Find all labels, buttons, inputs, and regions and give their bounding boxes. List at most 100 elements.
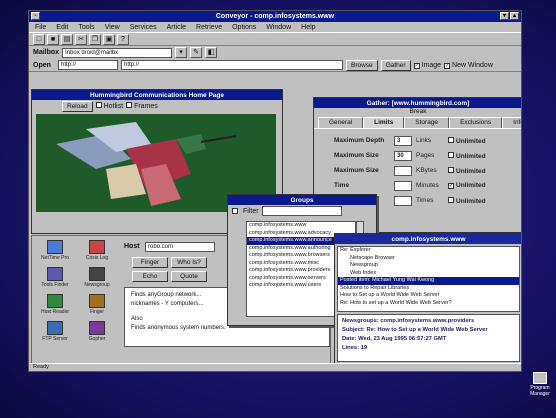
- tab-general[interactable]: General: [318, 117, 364, 128]
- attach-icon[interactable]: ◧: [205, 47, 218, 58]
- unlimited-checkbox[interactable]: ✓ Unlimited: [448, 182, 486, 189]
- compose-icon[interactable]: ✎: [190, 47, 203, 58]
- help-icon[interactable]: ?: [117, 33, 129, 45]
- article-header-line: Lines: 19: [342, 345, 368, 351]
- program-manager-icon[interactable]: Program Manager: [528, 372, 552, 397]
- echo-button[interactable]: Echo: [132, 271, 168, 282]
- hotlist-option[interactable]: Hotlist: [95, 102, 123, 110]
- tool-icon[interactable]: Host Reader: [36, 294, 74, 315]
- news-window: comp.infosystems.www Re: Explorer Netscap…: [334, 233, 521, 365]
- tool-icon[interactable]: Tools Finder: [36, 267, 74, 288]
- menu-item-article[interactable]: Article: [167, 24, 186, 31]
- tool-icon-graphic: [89, 321, 105, 335]
- filter-field[interactable]: [261, 206, 342, 216]
- unlimited-checkbox[interactable]: Unlimited: [448, 196, 486, 205]
- new-icon[interactable]: □: [33, 33, 45, 45]
- menu-item-window[interactable]: Window: [266, 24, 291, 31]
- unlimited-checkbox[interactable]: Unlimited: [448, 151, 486, 160]
- minimize-icon[interactable]: ▾: [500, 12, 509, 20]
- image-label: Image: [421, 61, 442, 69]
- gather-title: Gather: [www.hummingbird.com]: [366, 99, 470, 107]
- thread-item[interactable]: How to Set up a World Wide Web Server: [338, 292, 519, 300]
- thread-item[interactable]: Re: Explorer: [338, 247, 519, 255]
- mailbox-dropdown-icon[interactable]: ▾: [175, 47, 188, 58]
- limit-value-field[interactable]: 3: [394, 135, 412, 146]
- menu-item-edit[interactable]: Edit: [56, 24, 68, 31]
- image-checkbox[interactable]: ✓ Image: [413, 61, 442, 69]
- tool-icon[interactable]: Finger: [78, 294, 116, 315]
- mailbox-field[interactable]: Inbox droid@mailbx: [62, 47, 173, 58]
- system-menu-icon[interactable]: -: [31, 12, 40, 20]
- tab-exclusions[interactable]: Exclusions: [449, 117, 503, 128]
- menu-item-options[interactable]: Options: [232, 24, 256, 31]
- host-field[interactable]: robo.com: [145, 241, 215, 252]
- menu-item-services[interactable]: Services: [130, 24, 157, 31]
- filter-check-icon[interactable]: [232, 208, 238, 214]
- tool-icon[interactable]: Newsgroup: [78, 267, 116, 288]
- new-window-checkbox[interactable]: ✓ New Window: [444, 62, 493, 69]
- open-label: Open: [33, 61, 51, 69]
- thread-item[interactable]: Solutions to Repair Libraries: [338, 285, 519, 293]
- frames-option[interactable]: Frames: [126, 102, 158, 110]
- menu-item-retrieve[interactable]: Retrieve: [196, 24, 222, 31]
- thread-item[interactable]: Web Index: [338, 270, 519, 278]
- tab-info[interactable]: Info: [502, 117, 521, 128]
- menu-item-view[interactable]: View: [105, 24, 120, 31]
- groups-title: Groups: [290, 196, 314, 204]
- thread-item[interactable]: Re: How to set up a World Wide Web Serve…: [338, 300, 519, 308]
- article-header: Newsgroups: comp.infosystems.www.provide…: [337, 314, 520, 362]
- tool-icon[interactable]: Crisis Log: [78, 240, 116, 261]
- tool-icon[interactable]: Gopher: [78, 321, 116, 342]
- tool-icon-label: FTP Server: [42, 336, 68, 342]
- article-header-line: Subject: Re: How to Set up a World Wide …: [342, 327, 488, 333]
- save-icon[interactable]: ■: [47, 33, 59, 45]
- limit-value-field[interactable]: [394, 165, 412, 176]
- tool-icon-label: Tools Finder: [41, 282, 69, 288]
- whois-button[interactable]: Who Is?: [171, 257, 207, 268]
- tool-icon-label: Newsgroup: [84, 282, 110, 288]
- open-url-field-2[interactable]: http://: [121, 60, 343, 70]
- tool-icon[interactable]: FTP Server: [36, 321, 74, 342]
- limit-value-field[interactable]: 30: [394, 150, 412, 161]
- frames-label: Frames: [134, 103, 158, 110]
- menu-item-file[interactable]: File: [35, 24, 46, 31]
- news-title: comp.infosystems.www: [391, 235, 466, 243]
- quote-button[interactable]: Quote: [171, 271, 207, 282]
- menu-item-tools[interactable]: Tools: [78, 24, 94, 31]
- unlimited-checkbox[interactable]: Unlimited: [448, 166, 486, 175]
- limit-label: Maximum Depth: [334, 137, 385, 144]
- open-url-field[interactable]: http://: [58, 60, 118, 70]
- menu-bar: File Edit Tools View Services Article Retrieve…: [29, 22, 521, 32]
- mailbox-row: Mailbox Inbox droid@mailbx ▾ ✎ ◧: [29, 46, 521, 59]
- limit-unit: Links: [416, 137, 432, 144]
- thread-tree[interactable]: Re: Explorer Netscape Browser Newsgroup Web…: [337, 246, 520, 312]
- tab-storage[interactable]: Storage: [404, 117, 450, 128]
- group-list-item[interactable]: comp.infosystems.www: [247, 222, 355, 230]
- frames-check-icon: [126, 102, 133, 108]
- tool-icon[interactable]: NetTime Pro: [36, 240, 74, 261]
- unlimited-checkbox[interactable]: Unlimited: [448, 136, 486, 145]
- menu-item-help[interactable]: Help: [301, 24, 315, 31]
- print-icon[interactable]: ▤: [61, 33, 73, 45]
- cut-icon[interactable]: ✂: [75, 33, 87, 45]
- paste-icon[interactable]: ▣: [103, 33, 115, 45]
- hotlist-check-icon: [95, 102, 102, 108]
- limit-value-field[interactable]: [394, 180, 412, 191]
- unlimited-check-icon: [448, 151, 454, 158]
- maximize-icon[interactable]: ▴: [510, 12, 519, 20]
- copy-icon[interactable]: ❐: [89, 33, 101, 45]
- gather-button[interactable]: Gather: [380, 59, 411, 71]
- thread-item[interactable]: Newsgroup: [338, 262, 519, 270]
- app-title: Conveyor - comp.infosystems.www: [215, 13, 335, 20]
- browse-button[interactable]: Browse: [346, 59, 378, 71]
- tool-icon-graphic: [47, 294, 63, 308]
- limit-unit: Pages: [416, 152, 435, 159]
- tab-limits[interactable]: Limits: [363, 117, 405, 128]
- finger-button[interactable]: Finger: [132, 257, 168, 268]
- article-header-line: Newsgroups: comp.infosystems.www.provide…: [342, 318, 475, 324]
- reload-button[interactable]: Reload: [62, 100, 93, 112]
- limit-value-field[interactable]: [394, 195, 412, 206]
- thread-item[interactable]: Posted item: Michael Yung Wai Kwong: [338, 277, 519, 285]
- thread-item[interactable]: Netscape Browser: [338, 255, 519, 263]
- program-manager-graphic: [533, 372, 547, 384]
